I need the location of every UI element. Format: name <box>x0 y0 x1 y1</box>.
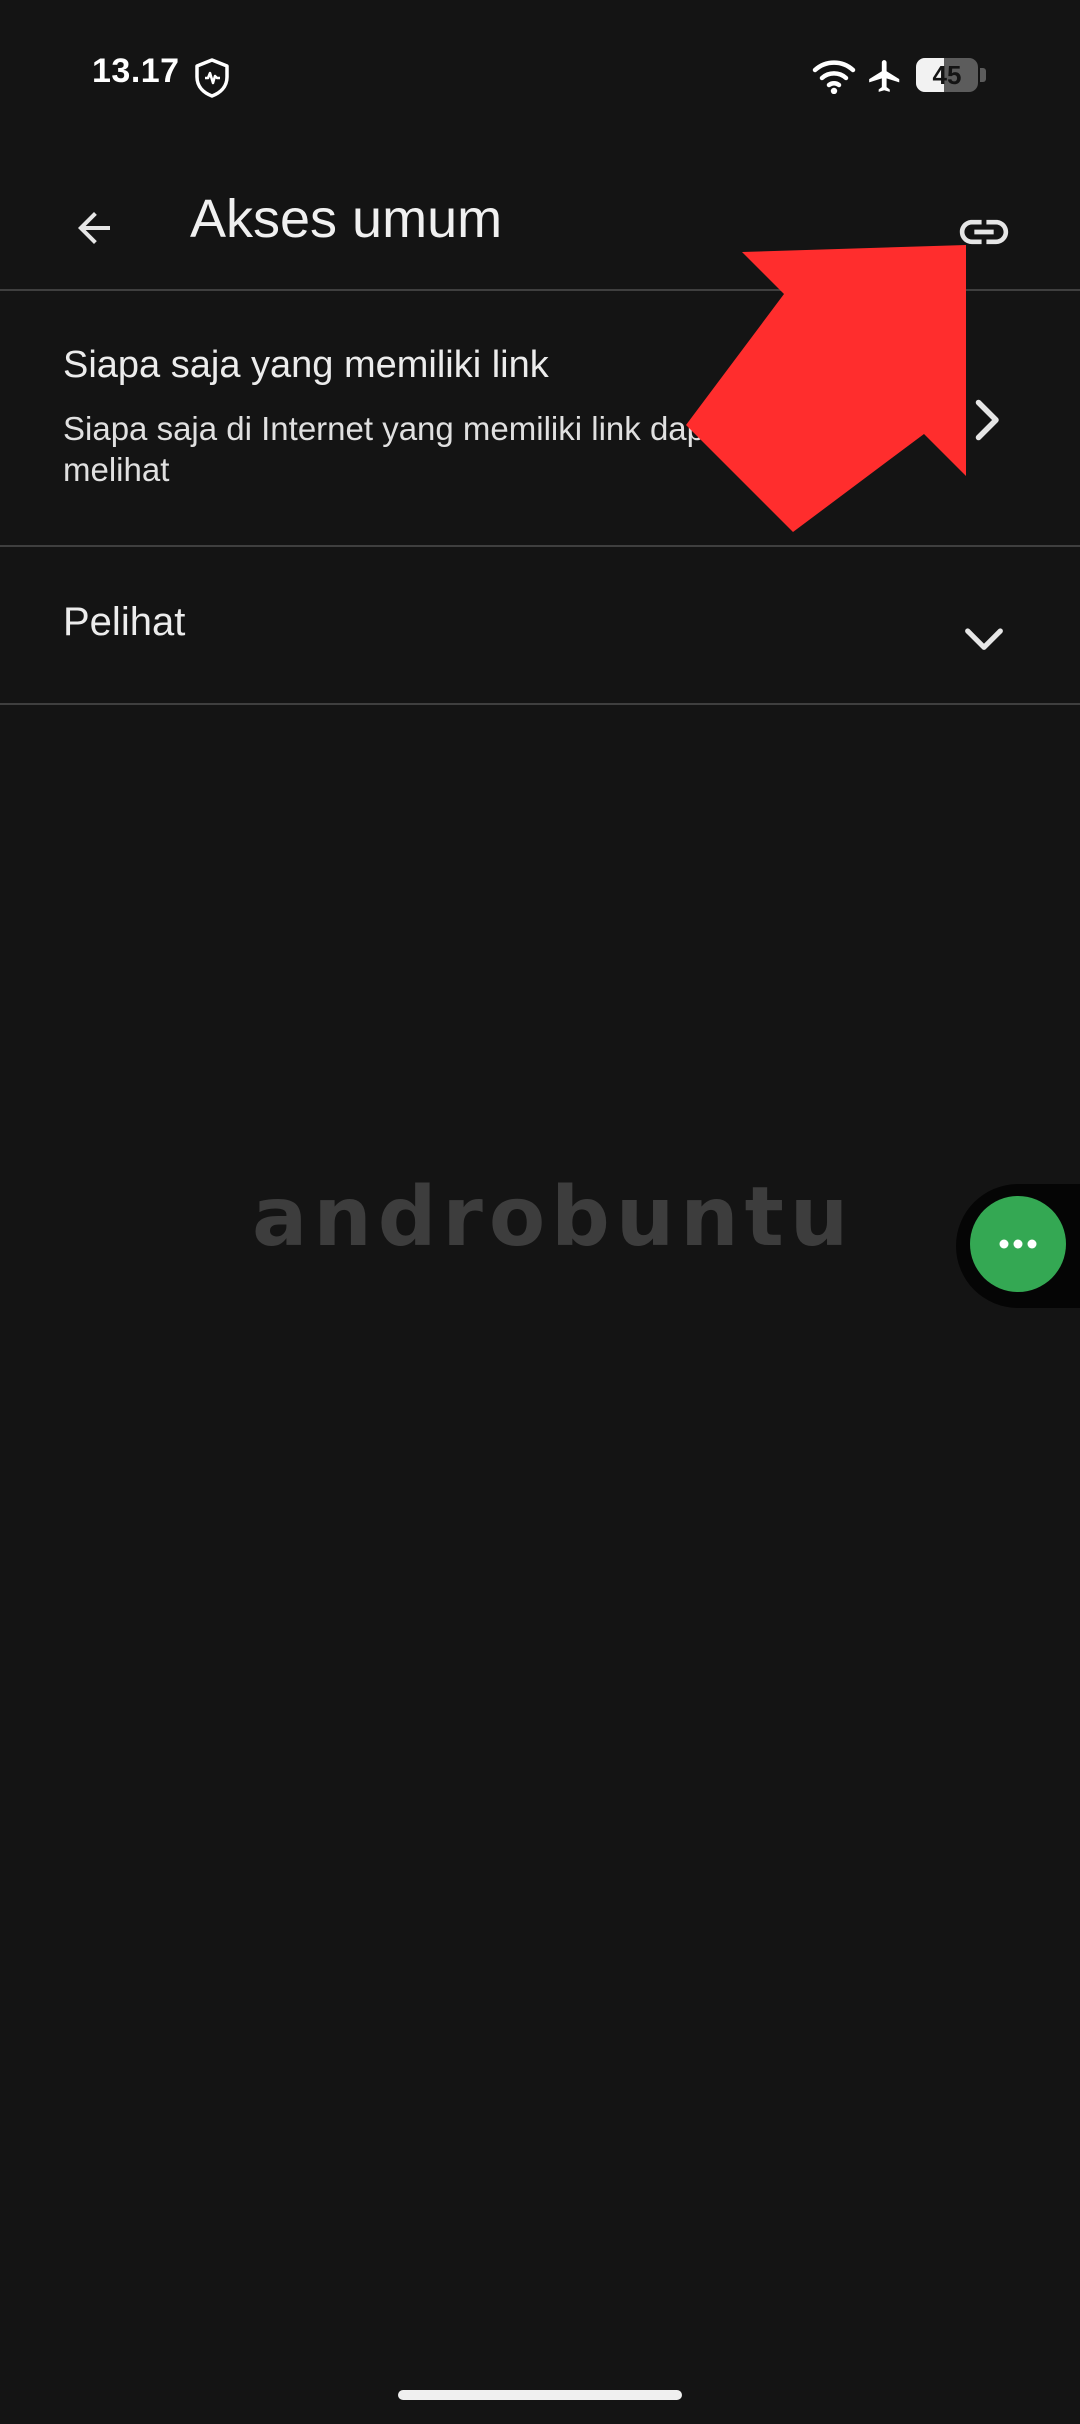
general-access-row[interactable]: Siapa saja yang memiliki link Siapa saja… <box>0 292 1080 544</box>
chevron-down-icon <box>956 610 1012 671</box>
general-access-subtitle: Siapa saja di Internet yang memiliki lin… <box>63 410 733 488</box>
watermark: androbuntu <box>252 1170 855 1265</box>
page-title: Akses umum <box>190 189 503 249</box>
more-horiz-icon <box>999 1239 1037 1249</box>
floating-more-button[interactable] <box>970 1196 1066 1292</box>
divider <box>0 545 1080 547</box>
shield-icon <box>194 58 230 103</box>
battery-percent: 45 <box>932 60 962 90</box>
airplane-icon <box>866 56 904 101</box>
chevron-right-icon <box>956 390 1016 455</box>
role-dropdown[interactable]: Pelihat <box>0 548 1080 702</box>
arrow-back-icon <box>78 212 110 244</box>
status-time: 13.17 <box>92 52 180 90</box>
back-button[interactable] <box>56 190 132 266</box>
role-label: Pelihat <box>63 600 186 644</box>
divider <box>0 289 1080 291</box>
link-icon <box>959 219 1009 245</box>
status-bar: 13.17 45 <box>0 0 1080 150</box>
general-access-title: Siapa saja yang memiliki link <box>63 344 549 386</box>
app-bar: Akses umum <box>0 160 1080 290</box>
wifi-icon <box>812 58 856 99</box>
battery-icon: 45 <box>916 58 988 92</box>
copy-link-button[interactable] <box>946 194 1022 270</box>
home-indicator[interactable] <box>398 2390 682 2400</box>
divider <box>0 703 1080 705</box>
